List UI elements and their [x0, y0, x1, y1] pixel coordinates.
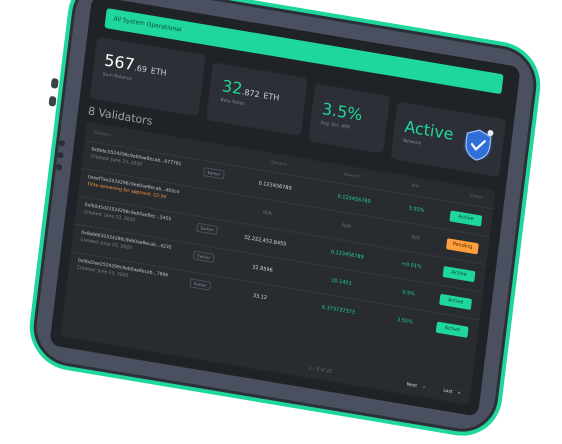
stat-number: 567: [103, 50, 136, 75]
reward-cell: 10.1451: [330, 277, 353, 287]
apr-cell: 0.9%: [401, 289, 416, 298]
apr-cell: 3.55%: [396, 316, 414, 326]
last-page-button[interactable]: Last: [443, 389, 453, 396]
status-badge[interactable]: Pending: [445, 238, 479, 255]
stat-card-rates: 32.872 ETH Beta Rates: [205, 62, 308, 136]
stat-unit: ETH: [150, 66, 168, 78]
next-page-button[interactable]: Next: [406, 382, 417, 389]
shield-check-icon: [458, 122, 497, 169]
side-button: [48, 95, 57, 107]
stat-fraction: .872: [241, 87, 261, 100]
status-badge[interactable]: Active: [439, 293, 473, 311]
stat-fraction: .69: [133, 63, 148, 75]
validator-tag: Earlier: [192, 250, 215, 263]
tablet-device: All System Operational 567.69 ETH Sum Bal…: [24, 0, 546, 443]
stat-label: Avg. Est. APR: [320, 120, 351, 131]
column-header-balance[interactable]: Balance: [271, 159, 287, 167]
stat-card-network: Active Network: [390, 101, 507, 178]
stat-card-sum-balance: 567.69 ETH Sum Balance: [89, 36, 206, 117]
status-badge[interactable]: Active: [442, 266, 476, 283]
stat-card-apr: 3.5% Avg. Est. APR: [308, 83, 391, 154]
balance-cell: 32.8596: [251, 264, 274, 274]
chevron-right-icon[interactable]: ›: [423, 384, 426, 390]
stat-label: Beta Rates: [220, 97, 245, 108]
pagination-range: 1 – 5 of 25: [308, 365, 333, 375]
balance-cell: 33.12: [252, 292, 268, 302]
stat-unit: ETH: [262, 91, 280, 103]
column-header-reward[interactable]: Reward: [344, 171, 359, 178]
stat-label: Network: [402, 138, 422, 147]
status-badge[interactable]: Active: [435, 321, 469, 338]
validator-tag: Earlier: [196, 222, 218, 236]
validator-tag: Earlier: [203, 167, 225, 180]
reward-cell: 0.123456789: [330, 249, 365, 261]
apr-cell: 3.55%: [408, 205, 425, 215]
stat-label: Sum Balance: [102, 72, 133, 83]
column-header-status[interactable]: Status: [470, 192, 483, 199]
reward-cell: N/A: [341, 222, 352, 231]
status-badge[interactable]: Active: [449, 210, 483, 227]
balance-cell: 0.123456789: [258, 180, 292, 192]
validator-tag: Earlier: [189, 278, 212, 291]
balance-cell: N/A: [262, 209, 273, 217]
column-header-validator[interactable]: Validator: [93, 129, 111, 137]
side-button: [50, 77, 59, 89]
reward-cell: 0.123456789: [337, 193, 371, 206]
apr-cell: +0.01%: [401, 261, 422, 271]
column-header-apr[interactable]: APR: [411, 183, 419, 189]
double-chevron-right-icon[interactable]: »: [457, 390, 461, 396]
reward-cell: 6.373737373: [321, 304, 356, 316]
balance-cell: 32,222,452.8455: [243, 234, 287, 248]
apr-cell: N/A: [410, 234, 421, 242]
stat-value: 3.5%: [321, 98, 364, 125]
app-screen: All System Operational 567.69 ETH Sum Bal…: [49, 0, 521, 417]
